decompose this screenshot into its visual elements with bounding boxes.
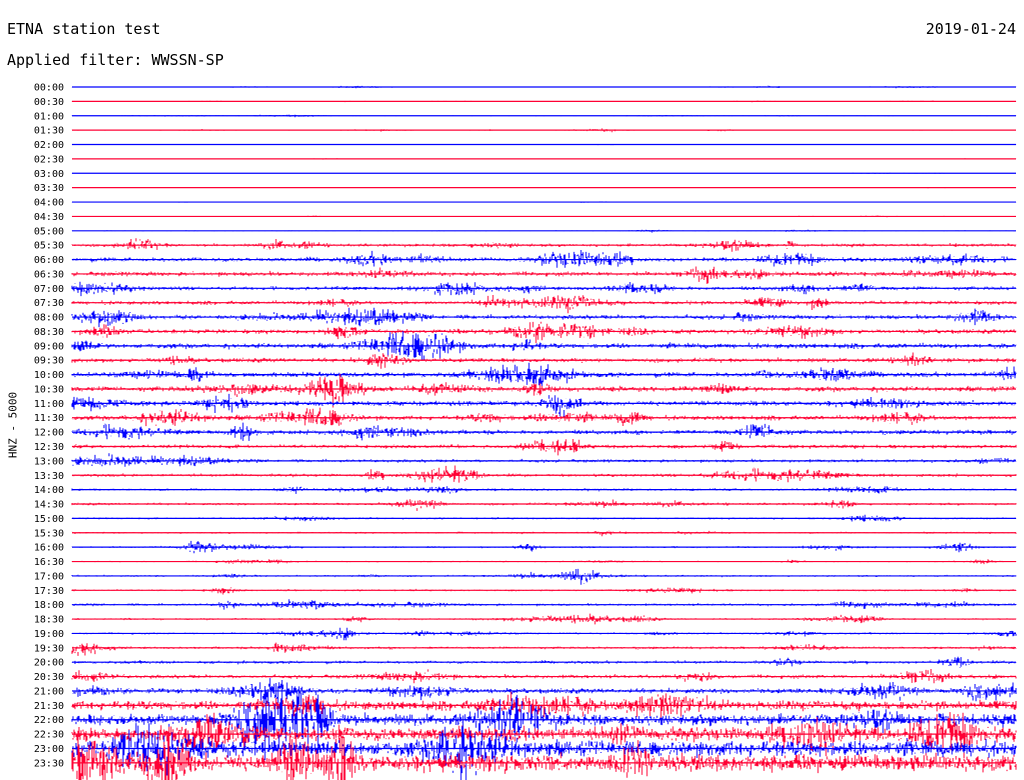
trace-1430 (71, 499, 1017, 511)
time-tick-label: 10:00 (34, 370, 64, 381)
time-tick-label: 21:30 (34, 701, 64, 712)
time-tick-label: 09:30 (34, 356, 64, 367)
trace-1700 (71, 568, 1017, 585)
trace-1300 (71, 453, 1017, 467)
time-tick-label: 23:30 (34, 758, 64, 769)
trace-1930 (71, 642, 1017, 656)
time-tick-label: 03:30 (34, 183, 64, 194)
trace-1530 (71, 530, 1017, 537)
time-tick-label: 04:00 (34, 198, 64, 209)
trace-1230 (71, 439, 1017, 456)
time-tick-label: 21:00 (34, 686, 64, 697)
helicorder-plot: 00:00 00:30 01:00 01:30 02:00 02:30 03:00 03:30… (34, 83, 1017, 780)
time-tick-label: 22:30 (34, 730, 64, 741)
trace-1330 (71, 465, 1017, 483)
time-tick-label: 20:00 (34, 658, 64, 669)
trace-0630 (71, 266, 1017, 284)
time-tick-label: 06:30 (34, 269, 64, 280)
time-tick-label: 17:00 (34, 571, 64, 582)
time-tick-label: 07:00 (34, 284, 64, 295)
time-tick-label: 13:30 (34, 471, 64, 482)
time-tick-label: 04:30 (34, 212, 64, 223)
time-tick-label: 05:00 (34, 226, 64, 237)
time-tick-label: 17:30 (34, 586, 64, 597)
time-tick-label: 00:30 (34, 97, 64, 108)
time-tick-label: 05:30 (34, 241, 64, 252)
trace-1730 (71, 587, 1017, 595)
time-tick-label: 13:00 (34, 456, 64, 467)
time-tick-label: 07:30 (34, 298, 64, 309)
time-tick-label: 22:00 (34, 715, 64, 726)
time-tick-label: 08:00 (34, 313, 64, 324)
time-tick-label: 15:30 (34, 528, 64, 539)
time-tick-label: 11:00 (34, 399, 64, 410)
time-tick-label: 14:00 (34, 485, 64, 496)
trace-1000 (71, 362, 1017, 389)
time-tick-label: 23:00 (34, 744, 64, 755)
time-tick-label: 16:00 (34, 543, 64, 554)
time-tick-label: 18:30 (34, 615, 64, 626)
time-tick-label: 02:00 (34, 140, 64, 151)
trace-0830 (71, 321, 1017, 344)
time-tick-label: 06:00 (34, 255, 64, 266)
trace-0600 (71, 250, 1017, 268)
time-tick-label: 00:00 (34, 83, 64, 94)
trace-0730 (71, 295, 1017, 314)
time-tick-label: 01:30 (34, 126, 64, 137)
time-tick-label: 12:00 (34, 428, 64, 439)
trace-1100 (71, 393, 1017, 418)
time-tick-label: 01:00 (34, 111, 64, 122)
trace-1130 (71, 407, 1017, 427)
time-tick-label: 16:30 (34, 557, 64, 568)
time-tick-label: 19:00 (34, 629, 64, 640)
time-tick-label: 02:30 (34, 154, 64, 165)
time-tick-label: 18:00 (34, 600, 64, 611)
time-tick-label: 12:30 (34, 442, 64, 453)
time-tick-label: 11:30 (34, 413, 64, 424)
time-tick-label: 09:00 (34, 341, 64, 352)
time-tick-label: 10:30 (34, 384, 64, 395)
time-tick-label: 19:30 (34, 643, 64, 654)
time-tick-label: 03:00 (34, 169, 64, 180)
time-tick-label: 15:00 (34, 514, 64, 525)
time-tick-label: 20:30 (34, 672, 64, 683)
time-tick-label: 14:30 (34, 500, 64, 511)
time-tick-label: 08:30 (34, 327, 64, 338)
